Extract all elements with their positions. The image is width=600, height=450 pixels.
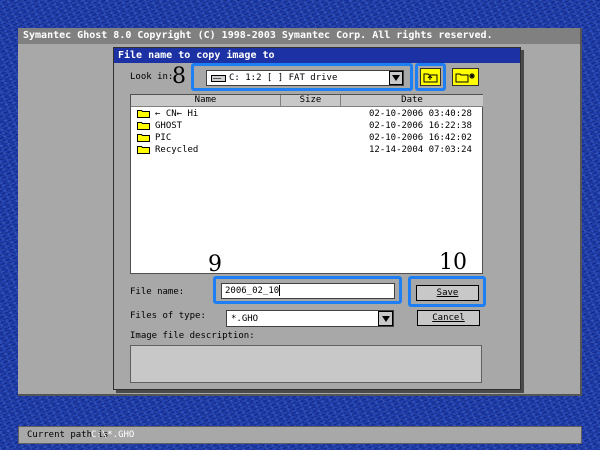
drive-icon <box>211 75 226 82</box>
list-item[interactable]: GHOST 02-10-2006 16:22:38 <box>137 120 477 132</box>
file-date: 02-10-2006 16:22:38 <box>369 121 472 131</box>
text-cursor <box>279 285 281 296</box>
save-image-dialog: File name to copy image to Look in: 8 C:… <box>113 47 521 390</box>
look-in-dropdown-button[interactable] <box>389 71 403 85</box>
file-name-label: File name: <box>130 287 185 297</box>
file-name: GHOST <box>155 121 183 131</box>
list-item[interactable]: PIC 02-10-2006 16:42:02 <box>137 132 477 144</box>
chevron-down-icon <box>392 75 400 81</box>
new-folder-icon <box>455 73 475 83</box>
file-name-field[interactable]: 2006_02_10 <box>221 283 395 299</box>
look-in-label: Look in: <box>130 72 174 82</box>
current-path: C:\*.GHO <box>91 430 135 440</box>
files-of-type-value: *.GHO <box>231 314 259 324</box>
file-date: 12-14-2004 07:03:24 <box>369 145 472 155</box>
image-description-field[interactable] <box>130 345 482 383</box>
folder-icon <box>137 122 150 130</box>
up-folder-button[interactable] <box>420 68 441 86</box>
folder-icon <box>137 134 150 142</box>
file-name: ← CN← Hi <box>155 109 199 119</box>
new-folder-button[interactable] <box>452 68 479 86</box>
status-bar: Current path is C:\*.GHO <box>18 426 582 444</box>
look-in-value: C: 1:2 [ ] FAT drive <box>229 73 338 83</box>
file-name: PIC <box>155 133 172 143</box>
annotation-8: 8 <box>172 64 186 89</box>
column-name[interactable]: Name <box>131 95 281 107</box>
files-of-type-dropdown-button[interactable] <box>378 311 393 326</box>
file-name-value: 2006_02_10 <box>225 286 280 296</box>
file-date: 02-10-2006 16:42:02 <box>369 133 472 143</box>
column-date[interactable]: Date <box>341 95 483 107</box>
files-of-type-combo[interactable]: *.GHO <box>226 310 394 327</box>
dialog-title: File name to copy image to <box>114 48 520 63</box>
list-item[interactable]: ← CN← Hi 02-10-2006 03:40:28 <box>137 108 477 120</box>
annotation-10: 10 <box>439 250 467 275</box>
cancel-button[interactable]: Cancel <box>417 310 480 326</box>
folder-up-icon <box>423 73 438 82</box>
file-list[interactable]: Name Size Date ← CN← Hi 02-10-2006 03:40… <box>130 94 483 274</box>
app-title-bar: Symantec Ghost 8.0 Copyright (C) 1998-20… <box>18 28 580 44</box>
column-size[interactable]: Size <box>281 95 341 107</box>
save-button[interactable]: Save <box>416 285 479 301</box>
file-date: 02-10-2006 03:40:28 <box>369 109 472 119</box>
list-item[interactable]: Recycled 12-14-2004 07:03:24 <box>137 144 477 156</box>
files-of-type-label: Files of type: <box>130 311 206 321</box>
look-in-combo[interactable]: C: 1:2 [ ] FAT drive <box>206 70 404 86</box>
folder-icon <box>137 146 150 154</box>
chevron-down-icon <box>381 315 390 322</box>
annotation-9: 9 <box>208 252 222 277</box>
description-label: Image file description: <box>130 331 255 341</box>
file-name: Recycled <box>155 145 199 155</box>
folder-icon <box>137 110 150 118</box>
